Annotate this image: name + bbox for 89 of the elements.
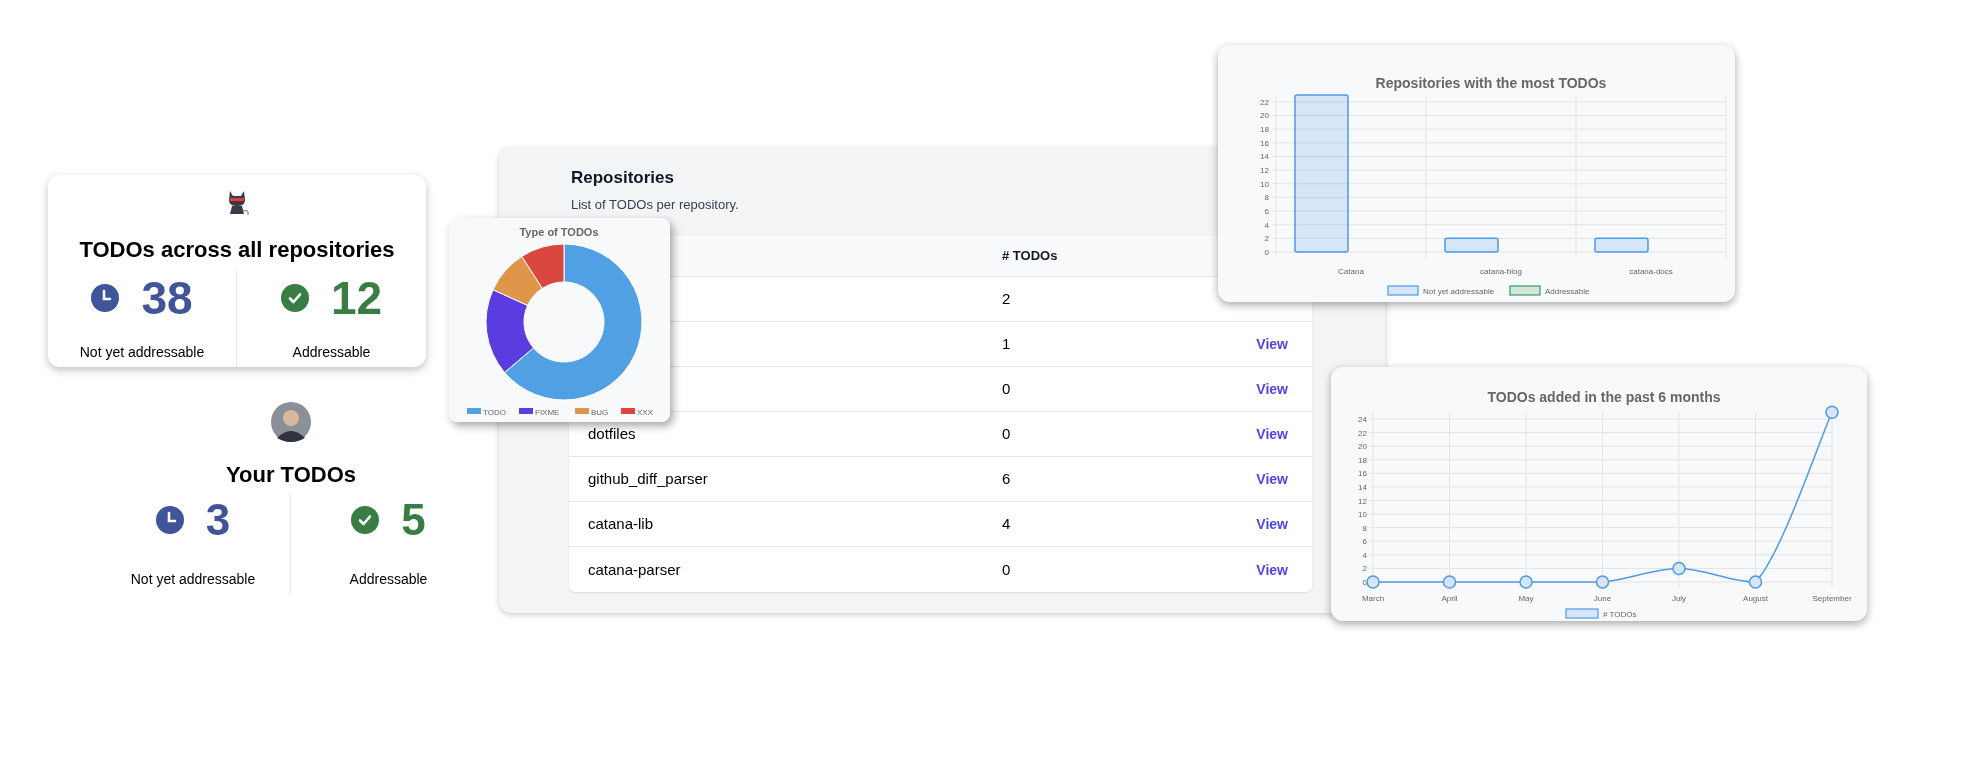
stat-number: 3	[205, 498, 231, 542]
axis-label: 4	[1362, 550, 1367, 560]
repository-name: github_diff_parser	[588, 470, 708, 487]
clock-icon	[155, 506, 184, 534]
todo-count: 0	[1002, 380, 1011, 397]
legend-label: XXX	[637, 408, 653, 417]
clock-icon	[91, 284, 120, 312]
axis-label: 6	[1264, 207, 1269, 217]
axis-label: 22	[1260, 97, 1269, 107]
axis-label: June	[1593, 594, 1612, 603]
todo-count: 0	[1002, 425, 1011, 442]
panel-subtitle: List of TODOs per repository.	[571, 196, 739, 214]
axis-label: 16	[1260, 138, 1269, 148]
axis-label: July	[1671, 594, 1687, 603]
column-header: # TODOs	[1002, 247, 1058, 266]
chart-title: Type of TODOs	[519, 226, 599, 238]
axis-label: 14	[1358, 482, 1367, 492]
legend-label: BUG	[591, 408, 609, 417]
axis-label: 8	[1264, 193, 1269, 203]
section-title: Your TODOs	[226, 464, 356, 486]
axis-label: 20	[1358, 442, 1367, 452]
legend-label: TODO	[483, 408, 506, 417]
view-link[interactable]: View	[1256, 516, 1288, 532]
repository-name: catana-lib	[588, 515, 654, 532]
axis-label: 2	[1362, 564, 1367, 574]
axis-label: 0	[1264, 248, 1269, 257]
axis-label: 10	[1260, 179, 1269, 189]
todo-count: 6	[1002, 470, 1011, 487]
axis-label: March	[1361, 594, 1385, 603]
todo-count: 0	[1002, 560, 1011, 578]
axis-label: 2	[1264, 234, 1269, 244]
view-link[interactable]: View	[1256, 426, 1288, 442]
todo-count: 2	[1002, 290, 1011, 307]
repository-name: dotfiles	[588, 425, 636, 442]
axis-label: 14	[1260, 152, 1269, 162]
axis-label: 6	[1362, 537, 1367, 547]
axis-label: 12	[1260, 166, 1269, 176]
todo-count: 4	[1002, 515, 1011, 532]
stat-number: 5	[401, 498, 426, 542]
check-circle-icon	[351, 506, 380, 534]
axis-label: 22	[1358, 428, 1367, 438]
data-point	[1442, 575, 1457, 589]
legend-label: Addressable	[1545, 287, 1590, 296]
axis-label: 24	[1358, 415, 1367, 424]
axis-label: 18	[1358, 455, 1367, 465]
axis-label: May	[1518, 594, 1534, 603]
repository-name: catana-parser	[588, 560, 681, 578]
data-point	[1595, 575, 1610, 589]
bar	[1594, 237, 1649, 253]
axis-label: 12	[1358, 496, 1367, 506]
chart-title: TODOs added in the past 6 months	[1487, 389, 1721, 405]
data-point	[1366, 575, 1380, 589]
todo-count: 1	[1002, 335, 1011, 352]
data-point	[1672, 561, 1686, 576]
view-link[interactable]: View	[1256, 471, 1288, 487]
axis-label: catana-blog	[1480, 267, 1522, 276]
stat-number: 38	[141, 275, 193, 321]
stat-label: Addressable	[292, 343, 371, 362]
legend-label: FIXME	[535, 408, 560, 417]
data-point	[1748, 575, 1763, 589]
chart-title: Repositories with the most TODOs	[1375, 75, 1607, 91]
axis-label: 18	[1260, 125, 1269, 135]
stat-number: 12	[330, 275, 383, 321]
view-link[interactable]: View	[1256, 381, 1288, 397]
axis-label: catana-docs	[1629, 267, 1673, 276]
panel-title: Repositories	[571, 167, 674, 189]
view-link[interactable]: View	[1256, 336, 1288, 352]
axis-label: 10	[1358, 510, 1367, 520]
axis-label: April	[1441, 594, 1458, 603]
data-point	[1825, 405, 1839, 419]
stat-label: Not yet addressable	[130, 570, 256, 589]
check-circle-icon	[280, 284, 309, 312]
axis-label: 16	[1358, 469, 1367, 479]
axis-label: August	[1743, 594, 1768, 603]
axis-label: 8	[1362, 523, 1367, 533]
stat-label: Not yet addressable	[79, 343, 205, 362]
axis-label: 4	[1264, 220, 1269, 230]
axis-label: 0	[1362, 578, 1367, 587]
card-title: TODOs across all repositories	[79, 239, 395, 261]
legend-label: # TODOs	[1603, 610, 1637, 619]
axis-label: September	[1812, 594, 1852, 603]
view-link[interactable]: View	[1256, 561, 1288, 578]
avatar	[271, 402, 311, 442]
axis-label: Catana	[1338, 267, 1364, 276]
data-point	[1519, 575, 1533, 589]
bar	[1444, 237, 1499, 253]
stat-label: Addressable	[349, 570, 428, 589]
axis-label: 20	[1260, 111, 1269, 121]
legend-label: Not yet addressable	[1423, 287, 1495, 296]
